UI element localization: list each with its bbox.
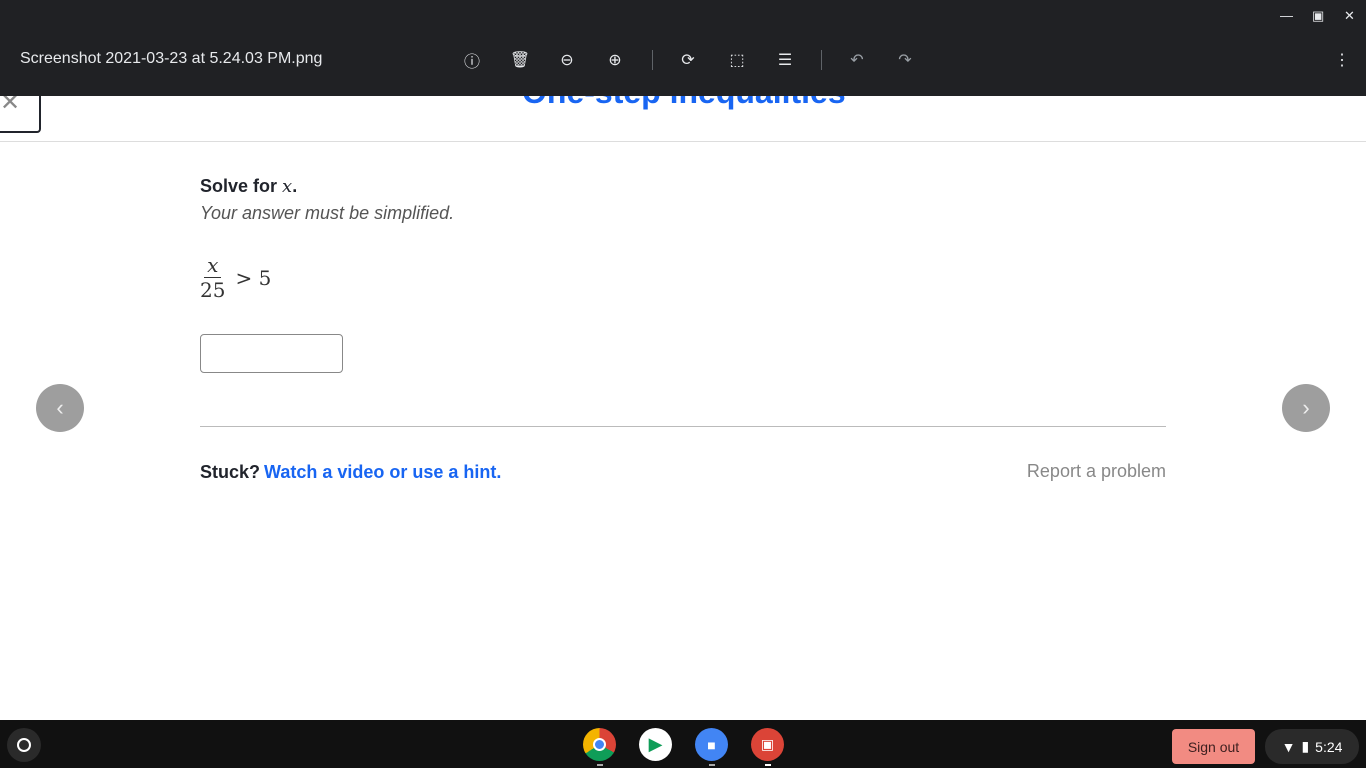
image-content: ✕ One-step inequalities Solve for x. You…: [0, 96, 1366, 720]
files-icon[interactable]: ■: [695, 728, 728, 761]
divider: [821, 50, 822, 70]
file-title: Screenshot 2021-03-23 at 5.24.03 PM.png: [20, 50, 323, 67]
delete-icon[interactable]: 🗑: [509, 49, 531, 71]
hint-link[interactable]: Watch a video or use a hint.: [264, 462, 501, 482]
running-indicator: [765, 764, 771, 766]
shelf: ▶ ■ ▣ Sign out ▼ ▮ 5:24: [0, 720, 1366, 768]
redo-icon[interactable]: ↷: [894, 49, 916, 71]
rotate-icon[interactable]: ⟳: [677, 49, 699, 71]
maximize-button[interactable]: ▣: [1312, 8, 1324, 24]
wifi-icon: ▼: [1281, 738, 1296, 755]
divider: [200, 426, 1166, 427]
answer-input[interactable]: [200, 334, 343, 373]
info-icon[interactable]: ⓘ: [461, 49, 483, 71]
battery-icon: ▮: [1301, 738, 1310, 754]
more-icon[interactable]: ⋮: [1331, 49, 1353, 71]
zoom-in-icon[interactable]: ⊕: [604, 49, 626, 71]
equation: x 25 > 5: [200, 253, 272, 302]
sign-out-button[interactable]: Sign out: [1172, 729, 1255, 764]
page-title: One-step inequalities: [522, 96, 846, 111]
report-link[interactable]: Report a problem: [1027, 461, 1166, 482]
next-button[interactable]: ›: [1282, 384, 1330, 432]
running-indicator: [597, 764, 603, 766]
running-indicator: [709, 764, 715, 766]
adjust-icon[interactable]: ☰: [774, 49, 796, 71]
viewer-toolbar: Screenshot 2021-03-23 at 5.24.03 PM.png …: [0, 0, 1366, 96]
question-prompt: Solve for x.: [200, 176, 298, 197]
close-exercise-button[interactable]: ✕: [0, 96, 41, 133]
chrome-icon[interactable]: [583, 728, 616, 761]
close-button[interactable]: ✕: [1344, 8, 1355, 24]
crop-icon[interactable]: ⬚: [726, 49, 748, 71]
divider: [652, 50, 653, 70]
launcher-button[interactable]: [7, 728, 41, 762]
instruction: Your answer must be simplified.: [200, 203, 455, 223]
undo-icon[interactable]: ↶: [846, 49, 868, 71]
clock: 5:24: [1315, 738, 1343, 755]
stuck-section: Stuck? Watch a video or use a hint.: [200, 462, 502, 482]
minimize-button[interactable]: —: [1280, 8, 1293, 23]
zoom-out-icon[interactable]: ⊖: [556, 49, 578, 71]
previous-button[interactable]: ‹: [36, 384, 84, 432]
gallery-icon[interactable]: ▣: [751, 728, 784, 761]
divider: [0, 141, 1366, 142]
play-store-icon[interactable]: ▶: [639, 728, 672, 761]
status-tray[interactable]: ▼ ▮ 5:24: [1265, 729, 1359, 764]
